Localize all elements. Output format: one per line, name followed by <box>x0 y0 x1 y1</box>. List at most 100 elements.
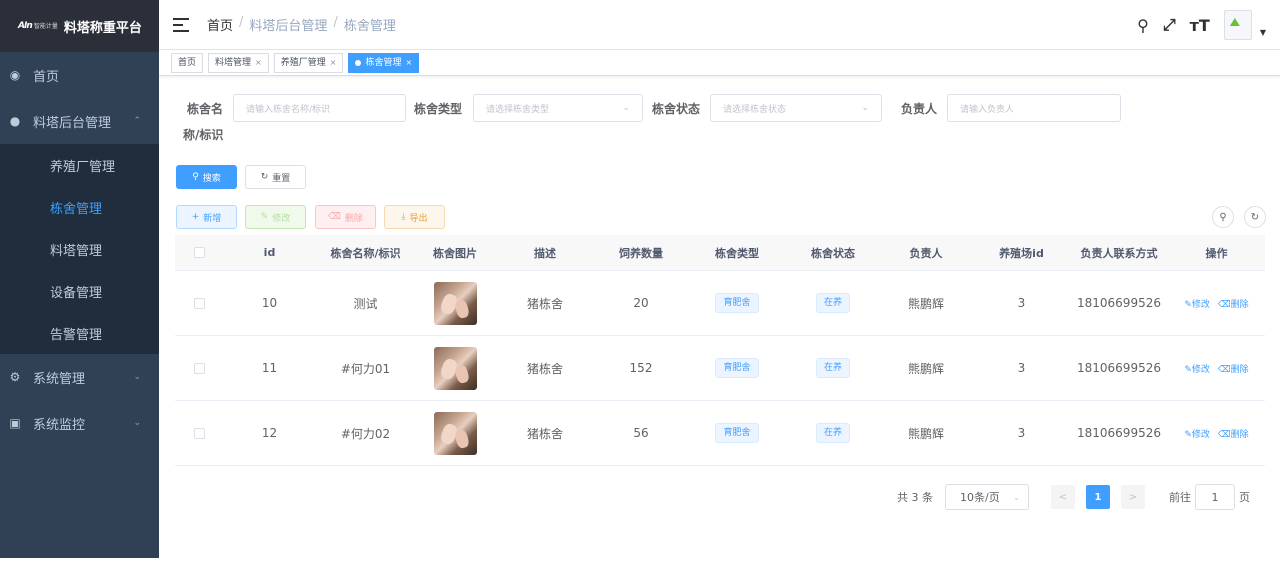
pagination-total: 共 3 条 <box>897 491 933 504</box>
cell-type: 育肥舍 <box>687 358 787 378</box>
search-icon[interactable]: ⚲ <box>1137 16 1149 35</box>
search-icon: ⚲ <box>1219 211 1227 223</box>
cell-farm-id: 3 <box>1017 426 1026 440</box>
page-size-select[interactable]: 10条/页 ⌄ <box>945 484 1029 510</box>
logo[interactable]: AIn 智能计量 料塔称重平台 <box>0 0 159 52</box>
cell-farm-id: 3 <box>1017 361 1026 375</box>
tag-farm[interactable]: 养殖厂管理 × <box>273 52 344 73</box>
barn-type-select[interactable]: 请选择栋舍类型 ⌄ <box>473 94 643 122</box>
tag-barn[interactable]: 栋舍管理 × <box>348 52 420 73</box>
refresh-icon: ↻ <box>1250 211 1260 223</box>
column-header: 负责人联系方式 <box>1080 246 1158 260</box>
caret-down-icon[interactable]: ▼ <box>1260 28 1266 37</box>
tag-home[interactable]: 首页 <box>171 52 204 73</box>
search-button[interactable]: ⚲ 搜索 <box>176 165 237 189</box>
cell-phone: 18106699526 <box>1077 426 1161 440</box>
row-checkbox[interactable] <box>193 362 205 374</box>
row-edit-link[interactable]: ✎修改 <box>1184 297 1210 310</box>
sidebar-item-tower-admin[interactable]: ● 料塔后台管理 ⌃ <box>0 98 159 144</box>
sidebar-item-farm[interactable]: 养殖厂管理 <box>0 144 159 186</box>
owner-input[interactable]: 请输入负责人 <box>947 94 1121 122</box>
cell-desc: 猪栋舍 <box>526 296 563 311</box>
barn-status-select[interactable]: 请选择栋舍状态 ⌄ <box>710 94 882 122</box>
column-header: 养殖场id <box>999 246 1044 260</box>
cell-status: 在养 <box>787 423 879 443</box>
hamburger-icon[interactable] <box>173 17 189 32</box>
column-header: id <box>263 246 276 259</box>
close-icon[interactable]: × <box>405 54 412 72</box>
fullscreen-icon[interactable]: ⤢ <box>1163 15 1176 35</box>
type-badge: 育肥舍 <box>715 423 759 443</box>
row-delete-link[interactable]: ⌫删除 <box>1218 362 1249 375</box>
cell-ops: ✎修改 ⌫删除 <box>1168 362 1265 375</box>
barn-image[interactable] <box>433 281 477 325</box>
delete-button[interactable]: ⌫ 删除 <box>315 205 376 229</box>
avatar[interactable] <box>1223 10 1252 40</box>
font-size-icon[interactable]: тT <box>1190 16 1210 35</box>
chevron-left-icon: < <box>1058 491 1068 503</box>
barn-status-label: 栋舍状态 <box>652 102 701 116</box>
export-button[interactable]: ⤓ 导出 <box>384 205 445 229</box>
close-icon[interactable]: × <box>330 54 337 72</box>
sidebar-item-label: 系统管理 <box>33 371 86 387</box>
refresh-button[interactable]: ↻ <box>1244 206 1266 228</box>
tag-label: 养殖厂管理 <box>280 57 326 68</box>
sidebar-item-barn[interactable]: 栋舍管理 <box>0 186 159 228</box>
tag-tower[interactable]: 料塔管理 × <box>208 52 269 73</box>
sidebar-item-alarm[interactable]: 告警管理 <box>0 312 159 354</box>
cell-desc: 猪栋舍 <box>526 361 563 376</box>
add-button[interactable]: + 新增 <box>176 205 237 229</box>
cell-id: 10 <box>261 296 278 310</box>
row-checkbox[interactable] <box>193 427 205 439</box>
next-page-button[interactable]: > <box>1121 485 1145 509</box>
barn-image[interactable] <box>433 411 477 455</box>
row-actions: ✎修改 ⌫删除 <box>1184 427 1248 440</box>
table-row: 12 #何力02 猪栋舍 56 育肥舍 在养 熊鹏辉 3 18106699526… <box>175 401 1265 466</box>
breadcrumb-separator: / <box>239 15 244 30</box>
logo-mark-sub: 智能计量 <box>33 23 58 30</box>
barn-name-input[interactable]: 请输入栋舍名称/标识 <box>233 94 406 122</box>
cell-count: 56 <box>633 426 649 440</box>
navbar-right: ⚲ ⤢ тT ▼ <box>1137 10 1266 40</box>
app-root: AIn 智能计量 料塔称重平台 ◉ 首页 ● 料塔后台管理 ⌃ 养殖厂管理 栋舍… <box>0 0 1280 571</box>
close-icon[interactable]: × <box>255 54 262 72</box>
sidebar-item-system[interactable]: ⚙ 系统管理 ⌄ <box>0 354 159 400</box>
sidebar-item-tower[interactable]: 料塔管理 <box>0 228 159 270</box>
sidebar-item-monitor[interactable]: ▣ 系统监控 ⌄ <box>0 400 159 446</box>
row-edit-link[interactable]: ✎修改 <box>1184 362 1210 375</box>
cell-farm-id: 3 <box>1017 296 1026 310</box>
cell-owner: 熊鹏辉 <box>907 296 944 311</box>
select-all-checkbox[interactable] <box>193 247 205 258</box>
logo-mark-text: AIn <box>18 21 33 31</box>
barn-image[interactable] <box>433 346 477 390</box>
reset-button[interactable]: ↻ 重置 <box>245 165 306 189</box>
user-icon: ● <box>9 114 21 128</box>
prev-page-button[interactable]: < <box>1051 485 1075 509</box>
cell-owner: 熊鹏辉 <box>907 426 944 441</box>
type-badge: 育肥舍 <box>715 358 759 378</box>
toggle-search-button[interactable]: ⚲ <box>1212 206 1234 228</box>
cell-id: 11 <box>261 361 278 375</box>
tags-view: 首页 料塔管理 × 养殖厂管理 × 栋舍管理 × <box>159 50 1280 76</box>
cell-name: 测试 <box>353 296 378 311</box>
row-delete-link[interactable]: ⌫删除 <box>1218 297 1249 310</box>
page-number-button[interactable]: 1 <box>1086 485 1110 509</box>
goto-page-input[interactable]: 1 <box>1195 484 1235 510</box>
column-header: 饲养数量 <box>619 246 663 260</box>
cell-type: 育肥舍 <box>687 293 787 313</box>
download-icon: ⤓ <box>401 212 406 222</box>
barn-name-label-2: 称/标识 <box>183 128 224 142</box>
sidebar-item-device[interactable]: 设备管理 <box>0 270 159 312</box>
cell-ops: ✎修改 ⌫删除 <box>1168 297 1265 310</box>
cell-status: 在养 <box>787 293 879 313</box>
row-edit-link[interactable]: ✎修改 <box>1184 427 1210 440</box>
breadcrumb-home[interactable]: 首页 <box>207 15 233 34</box>
chevron-down-icon: ⌄ <box>133 418 141 428</box>
export-button-label: 导出 <box>409 213 428 224</box>
sidebar-item-home[interactable]: ◉ 首页 <box>0 52 159 98</box>
row-delete-link[interactable]: ⌫删除 <box>1218 427 1249 440</box>
row-delete-label: 删除 <box>1230 299 1249 310</box>
cell-ops: ✎修改 ⌫删除 <box>1168 427 1265 440</box>
edit-button[interactable]: ✎ 修改 <box>245 205 306 229</box>
row-checkbox[interactable] <box>193 297 205 309</box>
